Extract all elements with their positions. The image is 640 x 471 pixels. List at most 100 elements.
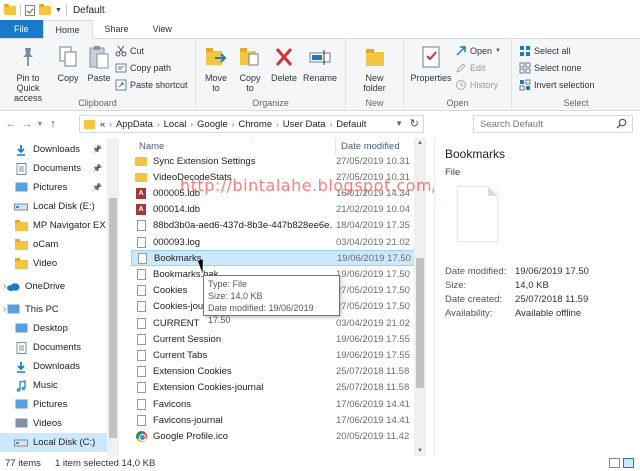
chevron-right-icon[interactable]: ›: [3, 304, 6, 315]
delete-button[interactable]: Delete: [267, 42, 301, 85]
forward-arrow-icon[interactable]: →: [19, 114, 35, 134]
recent-chevron-icon[interactable]: ▼: [35, 114, 45, 134]
details-value: 19/06/2019 17.50: [515, 266, 589, 277]
access-glyph: A: [136, 204, 146, 216]
chevron-right-icon[interactable]: ›: [190, 120, 193, 129]
nav-item[interactable]: Documents: [0, 338, 118, 357]
nav-item[interactable]: Local Disk (C:): [0, 433, 118, 452]
chevron-right-icon[interactable]: ›: [330, 120, 333, 129]
properties-check-icon[interactable]: [25, 4, 35, 16]
file-name-cell: Sync Extension Settings: [131, 155, 333, 168]
file-row[interactable]: Bookmarks 19/06/2019 17.50: [131, 250, 416, 267]
file-row[interactable]: A 000014.ldb 21/02/2019 10.04: [131, 202, 416, 218]
file-row[interactable]: 000093.log 03/04/2019 21.02: [131, 234, 416, 250]
tab-share[interactable]: Share: [93, 20, 141, 38]
open-group-label: Open: [446, 98, 469, 108]
chevron-down-icon[interactable]: ▼: [55, 7, 62, 14]
nav-item[interactable]: Music: [0, 376, 118, 395]
nav-item[interactable]: Local Disk (E:): [0, 197, 118, 216]
copy-path-button[interactable]: Copy path: [115, 61, 188, 75]
copy-button[interactable]: Copy: [53, 42, 83, 85]
scrollbar-thumb[interactable]: [416, 258, 424, 388]
pin-to-quick-access-button[interactable]: Pin to Quick access: [3, 42, 53, 105]
scroll-down-icon[interactable]: ▼: [417, 448, 423, 454]
nav-item[interactable]: MP Navigator EX: [0, 216, 118, 235]
tab-home[interactable]: Home: [42, 20, 93, 39]
nav-item[interactable]: Desktop: [0, 319, 118, 338]
rename-button[interactable]: Rename: [301, 42, 339, 85]
nav-item[interactable]: oCam: [0, 235, 118, 254]
details-view-icon[interactable]: [609, 458, 620, 468]
navigation-pane-scrollbar[interactable]: [107, 138, 119, 456]
invert-selection-button[interactable]: Invert selection: [519, 78, 595, 92]
new-folder-icon[interactable]: [39, 3, 51, 15]
chevron-down-icon: ▼: [495, 48, 501, 54]
move-to-button[interactable]: Move to: [199, 42, 233, 95]
breadcrumb-default[interactable]: Default: [336, 119, 366, 130]
file-row[interactable]: Sync Extension Settings 27/05/2019 10.31: [131, 153, 416, 169]
select-none-button[interactable]: Select none: [519, 61, 595, 75]
history-button[interactable]: History: [455, 78, 501, 92]
nav-item[interactable]: Pictures 📌: [0, 178, 118, 197]
file-icon: [135, 284, 147, 297]
file-date-modified: 17/06/2019 14.41: [336, 414, 410, 426]
file-row[interactable]: Google Profile.ico 20/05/2019 11.42: [131, 428, 416, 444]
back-arrow-icon[interactable]: ←: [3, 114, 19, 134]
scroll-up-icon[interactable]: ▲: [417, 140, 423, 146]
breadcrumb-appdata[interactable]: AppData: [116, 119, 153, 130]
view-switcher: [609, 458, 634, 468]
new-folder-button[interactable]: New folder: [355, 42, 395, 95]
separator: [65, 4, 67, 16]
breadcrumb-overflow[interactable]: «: [100, 119, 105, 130]
chevron-right-icon[interactable]: ›: [157, 120, 160, 129]
open-button[interactable]: Open ▼: [455, 44, 501, 58]
nav-item[interactable]: Pictures: [0, 395, 118, 414]
chevron-right-icon[interactable]: ›: [276, 120, 279, 129]
nav-item[interactable]: › OneDrive: [0, 277, 118, 296]
search-box[interactable]: Search Default: [473, 115, 633, 133]
edit-icon: [455, 62, 467, 74]
cut-button[interactable]: Cut: [115, 44, 188, 58]
chevron-down-icon[interactable]: ▼: [395, 119, 403, 128]
nav-item[interactable]: Documents 📌: [0, 159, 118, 178]
file-row[interactable]: Extension Cookies 25/07/2018 11.58: [131, 364, 416, 380]
address-bar[interactable]: « › AppData › Local › Google › Chrome › …: [79, 115, 424, 133]
documents-icon: [14, 162, 28, 175]
file-row[interactable]: Favicons 17/06/2019 14.41: [131, 396, 416, 412]
breadcrumb-local[interactable]: Local: [164, 119, 187, 130]
breadcrumb-chrome[interactable]: Chrome: [238, 119, 272, 130]
file-name: CURRENT: [153, 317, 200, 329]
large-icons-view-icon[interactable]: [623, 458, 634, 468]
nav-item[interactable]: Downloads 📌: [0, 140, 118, 159]
paste-shortcut-button[interactable]: Paste shortcut: [115, 78, 188, 92]
chevron-right-icon[interactable]: ›: [232, 120, 235, 129]
breadcrumb-google[interactable]: Google: [197, 119, 228, 130]
properties-button[interactable]: Properties: [407, 42, 455, 85]
file-name-cell: Extension Cookies-journal: [131, 381, 333, 394]
breadcrumb-user-data[interactable]: User Data: [283, 119, 326, 130]
watermark: http://bintalahe.blogspot.com/: [180, 176, 438, 195]
scrollbar-thumb[interactable]: [109, 198, 117, 438]
chevron-right-icon[interactable]: ›: [3, 281, 6, 292]
file-row[interactable]: Extension Cookies-journal 25/07/2018 11.5…: [131, 380, 416, 396]
copy-to-button[interactable]: Copy to: [233, 42, 267, 95]
tab-file[interactable]: File: [0, 20, 43, 38]
file-row[interactable]: Favicons-journal 17/06/2019 14.41: [131, 412, 416, 428]
select-group-label: Select: [563, 98, 589, 108]
up-arrow-icon[interactable]: ↑: [45, 114, 61, 134]
file-row[interactable]: Current Tabs 19/06/2019 17.55: [131, 347, 416, 363]
file-name: Cookies: [153, 285, 188, 297]
chevron-right-icon[interactable]: ›: [109, 120, 112, 129]
nav-item[interactable]: Video: [0, 254, 118, 273]
file-row[interactable]: 88bd3b0a-aed6-437d-8b3e-447b828ee6e... 18…: [131, 218, 416, 234]
edit-button[interactable]: Edit: [455, 61, 501, 75]
tab-view[interactable]: View: [141, 20, 184, 38]
paste-button[interactable]: Paste: [83, 42, 115, 85]
nav-item[interactable]: › This PC: [0, 300, 118, 319]
nav-item[interactable]: Videos: [0, 414, 118, 433]
refresh-icon[interactable]: ↻: [410, 117, 419, 130]
file-row[interactable]: Current Session 19/06/2019 17.55: [131, 331, 416, 347]
nav-item[interactable]: Downloads: [0, 357, 118, 376]
select-all-button[interactable]: Select all: [519, 44, 595, 58]
clipboard-group-label: Clipboard: [78, 98, 117, 108]
